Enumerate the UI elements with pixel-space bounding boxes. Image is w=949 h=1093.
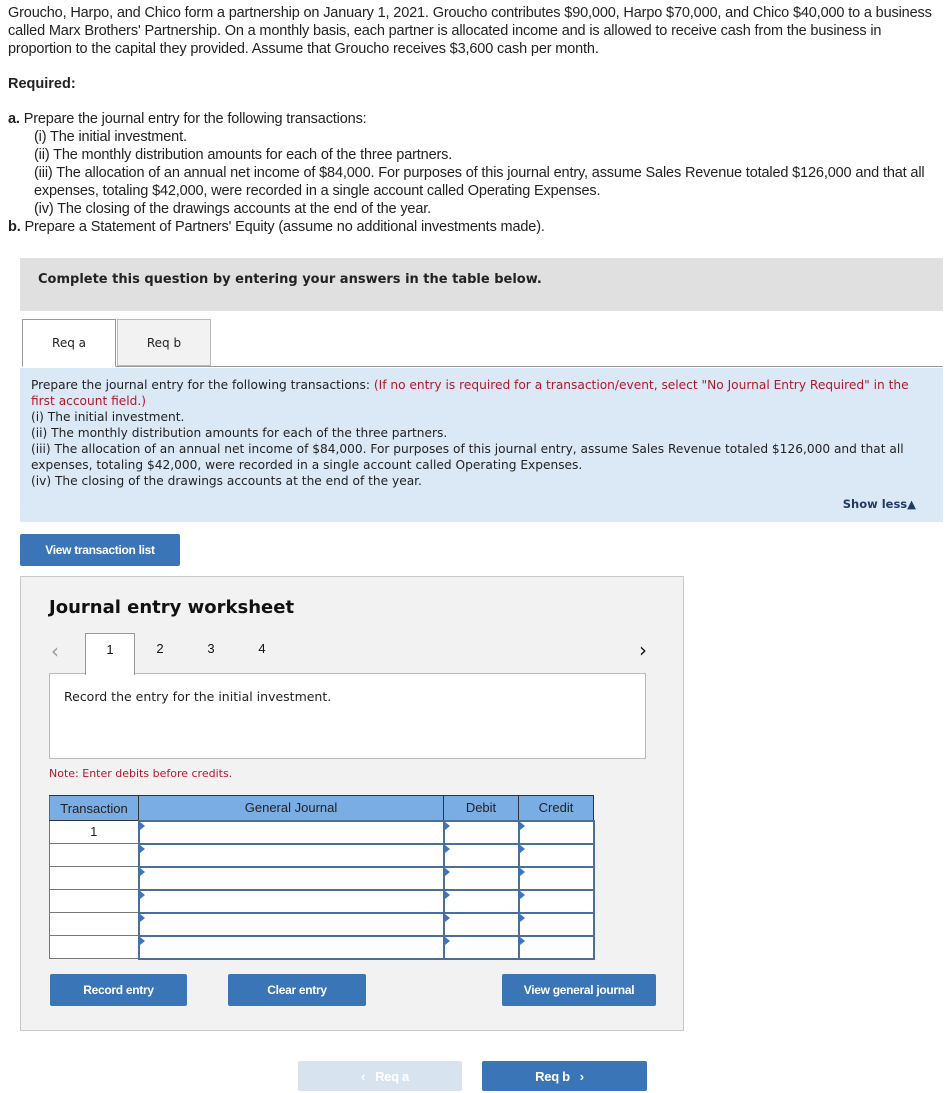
journal-row xyxy=(49,842,595,868)
requirement-a: a. Prepare the journal entry for the fol… xyxy=(8,110,943,128)
requirement-item: (iii) The allocation of an annual net in… xyxy=(34,165,925,199)
chevron-left-icon[interactable]: ‹ xyxy=(51,639,59,663)
account-select[interactable] xyxy=(137,819,445,845)
journal-row xyxy=(49,888,595,914)
worksheet-prompt: Record the entry for the initial investm… xyxy=(49,673,646,759)
transaction-number xyxy=(49,843,139,867)
account-select[interactable] xyxy=(137,911,445,937)
instructions-banner: Complete this question by entering your … xyxy=(20,258,943,311)
credit-input[interactable] xyxy=(517,911,595,937)
worksheet-page-3[interactable]: 3 xyxy=(186,633,236,675)
prev-requirement-button[interactable]: ‹ Req a xyxy=(298,1061,462,1091)
transaction-number xyxy=(49,935,139,959)
instructions-panel: Prepare the journal entry for the follow… xyxy=(20,368,943,522)
column-header-general-journal: General Journal xyxy=(138,795,444,821)
journal-entry-worksheet: Journal entry worksheet ‹ 1 2 3 4 › Reco… xyxy=(20,576,684,1031)
instructions-item: (iii) The allocation of an annual net in… xyxy=(31,442,904,472)
column-header-transaction: Transaction xyxy=(49,795,139,821)
show-less-link[interactable]: Show less▲ xyxy=(843,496,916,512)
view-general-journal-button[interactable]: View general journal xyxy=(502,974,656,1006)
tab-req-a[interactable]: Req a xyxy=(22,319,116,367)
prev-requirement-label: Req a xyxy=(375,1069,409,1084)
journal-row xyxy=(49,911,595,937)
debit-input[interactable] xyxy=(442,934,520,960)
column-header-debit: Debit xyxy=(443,795,519,821)
journal-table: Transaction General Journal Debit Credit… xyxy=(49,795,595,960)
journal-row: 1 xyxy=(49,819,595,845)
journal-header-row: Transaction General Journal Debit Credit xyxy=(49,795,594,821)
debit-input[interactable] xyxy=(442,842,520,868)
requirements-list: a. Prepare the journal entry for the fol… xyxy=(8,110,943,236)
problem-statement: Groucho, Harpo, and Chico form a partner… xyxy=(8,5,932,57)
instructions-item: (i) The initial investment. xyxy=(31,410,185,424)
chevron-right-icon: › xyxy=(579,1069,584,1084)
worksheet-page-2[interactable]: 2 xyxy=(135,633,185,675)
tabs-divider xyxy=(22,366,943,367)
requirement-b: b. Prepare a Statement of Partners' Equi… xyxy=(8,218,943,236)
requirement-a-prefix: a. xyxy=(8,111,20,127)
requirement-b-text: Prepare a Statement of Partners' Equity … xyxy=(24,219,545,235)
account-select[interactable] xyxy=(137,888,445,914)
journal-row xyxy=(49,865,595,891)
credit-input[interactable] xyxy=(517,888,595,914)
chevron-right-icon[interactable]: › xyxy=(639,638,647,662)
record-entry-button[interactable]: Record entry xyxy=(50,974,187,1006)
debit-input[interactable] xyxy=(442,819,520,845)
requirement-item: (ii) The monthly distribution amounts fo… xyxy=(34,147,453,163)
account-select[interactable] xyxy=(137,865,445,891)
worksheet-note: Note: Enter debits before credits. xyxy=(49,767,233,780)
requirement-a-text: Prepare the journal entry for the follow… xyxy=(23,111,367,127)
requirement-tabs: Req a Req b xyxy=(22,319,943,367)
worksheet-page-1[interactable]: 1 xyxy=(85,633,135,675)
transaction-number xyxy=(49,889,139,913)
transaction-number: 1 xyxy=(49,820,139,844)
credit-input[interactable] xyxy=(517,865,595,891)
credit-input[interactable] xyxy=(517,819,595,845)
next-requirement-label: Req b xyxy=(535,1069,570,1084)
account-select[interactable] xyxy=(137,842,445,868)
transaction-number xyxy=(49,912,139,936)
view-transaction-list-button[interactable]: View transaction list xyxy=(20,534,180,566)
chevron-left-icon: ‹ xyxy=(361,1069,366,1084)
requirement-b-prefix: b. xyxy=(8,219,21,235)
required-heading: Required: xyxy=(8,76,76,92)
tab-req-b[interactable]: Req b xyxy=(117,319,211,366)
instructions-item: (iv) The closing of the drawings account… xyxy=(31,474,422,488)
requirement-item: (iv) The closing of the drawings account… xyxy=(34,201,432,217)
instructions-lead-text: Prepare the journal entry for the follow… xyxy=(31,378,370,392)
instructions-item: (ii) The monthly distribution amounts fo… xyxy=(31,426,448,440)
account-select[interactable] xyxy=(137,934,445,960)
next-requirement-button[interactable]: Req b › xyxy=(482,1061,647,1091)
clear-entry-button[interactable]: Clear entry xyxy=(228,974,366,1006)
debit-input[interactable] xyxy=(442,888,520,914)
credit-input[interactable] xyxy=(517,842,595,868)
credit-input[interactable] xyxy=(517,934,595,960)
debit-input[interactable] xyxy=(442,911,520,937)
transaction-number xyxy=(49,866,139,890)
debit-input[interactable] xyxy=(442,865,520,891)
requirement-item: (i) The initial investment. xyxy=(34,129,187,145)
worksheet-page-4[interactable]: 4 xyxy=(237,633,287,675)
column-header-credit: Credit xyxy=(518,795,594,821)
instructions-lead: Prepare the journal entry for the follow… xyxy=(31,377,931,409)
journal-row xyxy=(49,934,595,960)
worksheet-title: Journal entry worksheet xyxy=(49,597,295,618)
